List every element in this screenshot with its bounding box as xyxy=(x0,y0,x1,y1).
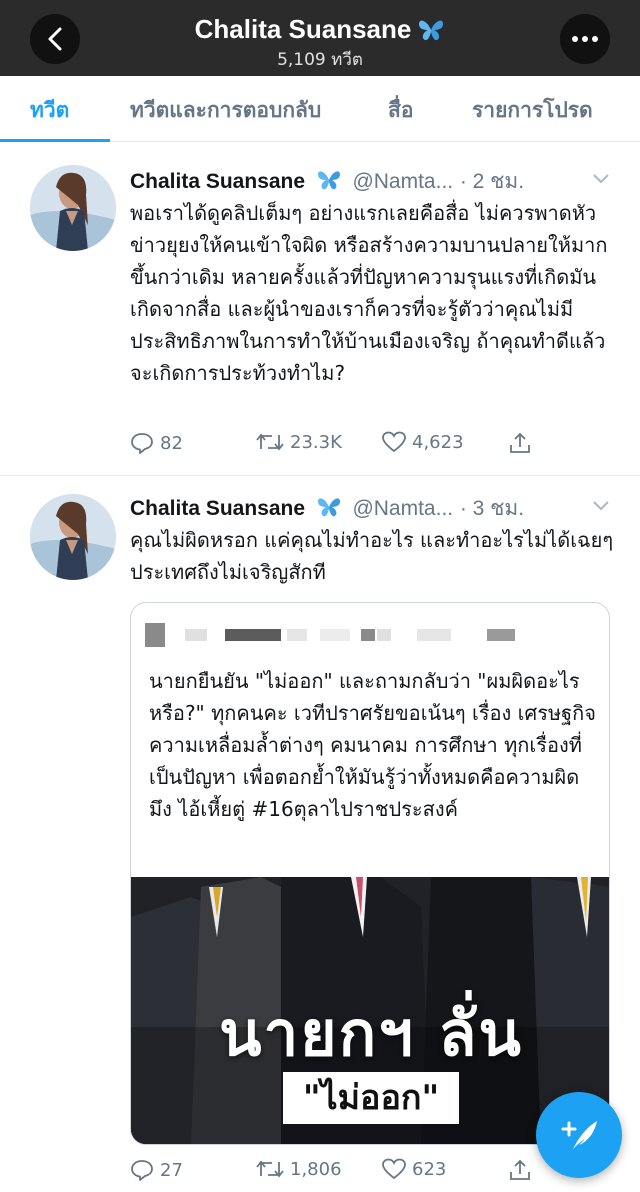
tweet-time: · 2 ชม. xyxy=(459,170,525,193)
image-headline: นายกฯ ลั่น xyxy=(219,997,523,1070)
reply-button[interactable]: 27 xyxy=(130,1158,183,1182)
share-button[interactable] xyxy=(508,1158,538,1182)
author-handle: @Namta... xyxy=(352,170,454,193)
tweet-count: 5,109 ทวีต xyxy=(277,50,363,70)
butterfly-emoji-icon xyxy=(417,18,445,49)
heart-icon xyxy=(382,1158,406,1180)
profile-name: Chalita Suansane xyxy=(194,14,412,44)
more-button[interactable] xyxy=(560,14,610,64)
retweet-icon xyxy=(256,433,284,451)
chevron-down-icon[interactable] xyxy=(592,173,610,185)
retweet-button[interactable]: 23.3K xyxy=(256,431,342,453)
reply-count: 27 xyxy=(160,1159,183,1181)
like-button[interactable]: 623 xyxy=(382,1158,446,1180)
reply-button[interactable]: 82 xyxy=(130,431,183,455)
retweet-count: 1,806 xyxy=(290,1158,342,1180)
reply-icon xyxy=(131,1160,153,1181)
tweet-text: คุณไม่ผิดหรอก แค่คุณไม่ทำอะไร และทำอะไรไ… xyxy=(130,528,614,584)
feather-plus-icon xyxy=(561,1121,597,1149)
like-count: 623 xyxy=(412,1158,447,1180)
tab-media[interactable]: สื่อ xyxy=(388,94,413,127)
quoted-tweet-text: นายกยืนยัน "ไม่ออก" และถามกลับว่า "ผมผิด… xyxy=(149,669,597,821)
profile-header: Chalita Suansane 5,109 ทวีต xyxy=(0,0,640,76)
author-name[interactable]: Chalita Suansane xyxy=(130,170,305,193)
tweet-actions: 27 1,806 623 xyxy=(130,1158,610,1188)
tab-likes[interactable]: รายการโปรด xyxy=(472,94,593,127)
blurred-author-info xyxy=(145,623,585,647)
more-dots-icon xyxy=(572,36,598,42)
like-button[interactable]: 4,623 xyxy=(382,431,464,453)
like-count: 4,623 xyxy=(412,431,464,453)
retweet-icon xyxy=(256,1160,284,1178)
reply-icon xyxy=(131,433,153,454)
quoted-tweet[interactable]: นายกยืนยัน "ไม่ออก" และถามกลับว่า "ผมผิด… xyxy=(130,602,610,1145)
tweet-time: · 3 ชม. xyxy=(459,497,525,520)
tab-tweets-and-replies[interactable]: ทวีตและการตอบกลับ xyxy=(130,94,321,127)
tweet-actions: 82 23.3K 4,623 xyxy=(130,431,610,461)
share-icon xyxy=(510,1159,530,1180)
reply-count: 82 xyxy=(160,432,183,454)
active-tab-indicator xyxy=(0,139,110,142)
author-name[interactable]: Chalita Suansane xyxy=(130,497,305,520)
avatar[interactable] xyxy=(30,165,116,251)
tweet-header: Chalita Suansane @Namta... · 3 ชม. xyxy=(130,492,524,525)
tweet[interactable]: Chalita Suansane @Namta... · 2 ชม. พอเรา… xyxy=(0,143,640,476)
tab-tweets[interactable]: ทวีต xyxy=(30,94,69,127)
retweet-count: 23.3K xyxy=(290,431,342,453)
author-handle: @Namta... xyxy=(352,497,454,520)
share-icon xyxy=(510,432,530,453)
quoted-tweet-image[interactable]: นายกฯ ลั่น "ไม่ออก" xyxy=(131,877,609,1144)
share-button[interactable] xyxy=(508,431,538,455)
profile-tabs: ทวีต ทวีตและการตอบกลับ สื่อ รายการโปรด xyxy=(0,76,640,142)
retweet-button[interactable]: 1,806 xyxy=(256,1158,342,1180)
chevron-down-icon[interactable] xyxy=(592,500,610,512)
tweet-header: Chalita Suansane @Namta... · 2 ชม. xyxy=(130,165,524,198)
image-badge: "ไม่ออก" xyxy=(283,1072,459,1124)
heart-icon xyxy=(382,431,406,453)
compose-tweet-button[interactable] xyxy=(536,1092,622,1178)
butterfly-emoji-icon xyxy=(317,498,340,517)
butterfly-emoji-icon xyxy=(317,171,340,190)
profile-title: Chalita Suansane xyxy=(0,14,640,49)
tweet-text: พอเราได้ดูคลิปเต็มๆ อย่างแรกเลยคือสื่อ ไ… xyxy=(130,201,608,385)
avatar[interactable] xyxy=(30,494,116,580)
